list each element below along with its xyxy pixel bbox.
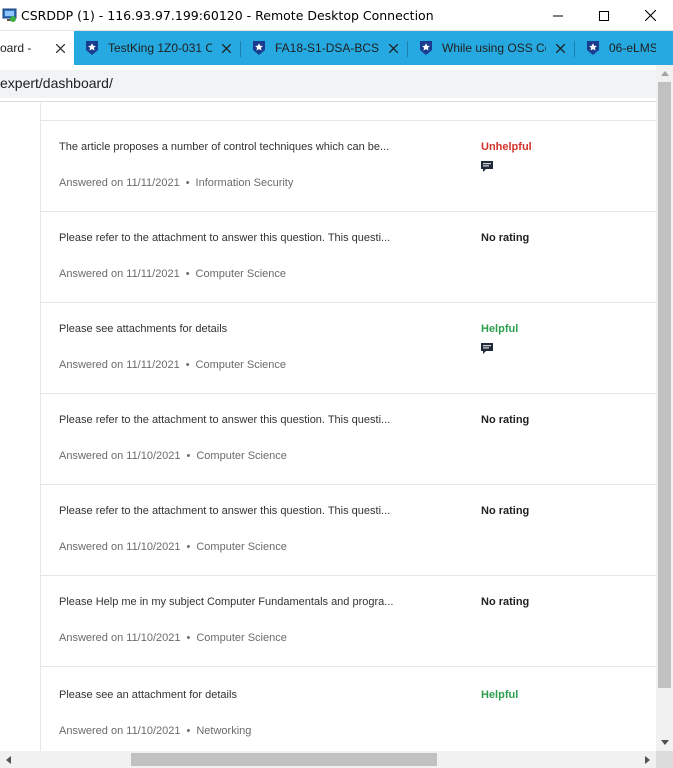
tab-separator (407, 41, 408, 57)
answer-meta: Answered on 11/10/2021 • Computer Science (59, 450, 287, 462)
answer-snippet[interactable]: Please see an attachment for details (59, 689, 419, 701)
close-icon[interactable] (52, 40, 68, 56)
scroll-up-arrow-icon[interactable] (656, 65, 673, 82)
answer-meta: Answered on 11/10/2021 • Computer Science (59, 541, 287, 553)
tab-testking[interactable]: TestKing 1Z0-031 C (84, 31, 234, 65)
answer-subject: Information Security (195, 177, 294, 189)
answer-row[interactable]: Please refer to the attachment to answer… (41, 485, 656, 576)
answer-row[interactable]: Please Help me in my subject Computer Fu… (41, 576, 656, 667)
close-window-button[interactable] (627, 0, 673, 31)
scroll-left-arrow-icon[interactable] (0, 751, 17, 768)
answered-date: Answered on 11/10/2021 (59, 450, 181, 462)
star-shield-icon (420, 41, 432, 55)
rating-label: Unhelpful (481, 141, 532, 153)
tab-oss[interactable]: While using OSS Co (418, 31, 568, 65)
tab-title: While using OSS Co (442, 41, 546, 55)
horizontal-scroll-thumb[interactable] (131, 753, 437, 766)
rating-label: No rating (481, 414, 530, 426)
answer-snippet[interactable]: Please refer to the attachment to answer… (59, 414, 419, 426)
rating-label: No rating (481, 596, 530, 608)
answered-date: Answered on 11/10/2021 (59, 725, 181, 737)
tab-elms[interactable]: 06-eLMS (585, 31, 656, 65)
answer-meta: Answered on 11/11/2021 • Computer Science (59, 268, 286, 280)
answered-date: Answered on 11/10/2021 (59, 632, 181, 644)
answer-snippet[interactable]: Please see attachments for details (59, 323, 419, 335)
star-shield-icon (253, 41, 265, 55)
answer-snippet[interactable]: Please refer to the attachment to answer… (59, 232, 419, 244)
page-viewport: The article proposes a number of control… (0, 103, 656, 751)
answered-date: Answered on 11/11/2021 (59, 177, 180, 189)
answer-snippet[interactable]: Please refer to the attachment to answer… (59, 505, 419, 517)
close-icon[interactable] (218, 40, 234, 56)
vertical-scrollbar[interactable] (656, 65, 673, 751)
answer-meta: Answered on 11/10/2021 • Networking (59, 725, 251, 737)
scroll-right-arrow-icon[interactable] (639, 751, 656, 768)
answer-row[interactable]: The article proposes a number of control… (41, 121, 656, 212)
horizontal-scrollbar[interactable] (0, 751, 656, 768)
remote-desktop-icon (2, 8, 17, 22)
scrollbar-corner (656, 751, 673, 768)
answer-subject: Computer Science (195, 268, 287, 280)
scroll-down-arrow-icon[interactable] (656, 734, 673, 751)
minimize-button[interactable] (535, 0, 581, 31)
close-icon[interactable] (385, 40, 401, 56)
close-icon (644, 10, 656, 21)
meta-separator: • (186, 725, 191, 737)
answered-date: Answered on 11/11/2021 (59, 268, 180, 280)
star-shield-icon (587, 41, 599, 55)
maximize-button[interactable] (581, 0, 627, 31)
tab-fa18[interactable]: FA18-S1-DSA-BCS6 (251, 31, 401, 65)
answer-meta: Answered on 11/10/2021 • Computer Science (59, 632, 287, 644)
meta-separator: • (186, 632, 191, 644)
answer-row[interactable]: Please see attachments for details Answe… (41, 303, 656, 394)
tab-title: 06-eLMS (609, 41, 656, 55)
url-text[interactable]: expert/dashboard/ (0, 75, 113, 91)
tab-title: FA18-S1-DSA-BCS6 (275, 41, 379, 55)
answer-subject: Computer Science (195, 359, 287, 371)
answered-date: Answered on 11/11/2021 (59, 359, 180, 371)
tab-dashboard[interactable]: oard - (0, 31, 74, 65)
meta-separator: • (186, 541, 191, 553)
answer-subject: Computer Science (196, 450, 287, 462)
answer-row[interactable]: Please refer to the attachment to answer… (41, 212, 656, 303)
tab-separator (574, 41, 575, 57)
star-shield-icon (86, 41, 98, 55)
answer-subject: Networking (196, 725, 252, 737)
maximize-icon (599, 10, 609, 21)
comment-icon[interactable] (481, 161, 493, 172)
rating-label: No rating (481, 232, 530, 244)
rdp-title-bar: CSRDDP (1) - 116.93.97.199:60120 - Remot… (0, 0, 673, 31)
answer-subject: Computer Science (196, 632, 287, 644)
rating-label: Helpful (481, 323, 519, 335)
answer-meta: Answered on 11/11/2021 • Information Secur… (59, 177, 293, 189)
vertical-scroll-thumb[interactable] (658, 82, 671, 688)
browser-tab-strip: oard - TestKing 1Z0-031 C FA18-S1-DSA-BC… (0, 31, 673, 65)
answer-snippet[interactable]: The article proposes a number of control… (59, 141, 419, 153)
left-gutter (0, 103, 40, 751)
close-icon[interactable] (552, 40, 568, 56)
rating-label: No rating (481, 505, 530, 517)
answer-row[interactable]: Please see an attachment for details Ans… (41, 667, 656, 751)
meta-separator: • (186, 450, 191, 462)
meta-separator: • (185, 177, 190, 189)
rating-label: Helpful (481, 689, 519, 701)
answer-row[interactable]: Please refer to the attachment to answer… (41, 394, 656, 485)
meta-separator: • (185, 359, 190, 371)
meta-separator: • (185, 268, 190, 280)
rdp-window-title: CSRDDP (1) - 116.93.97.199:60120 - Remot… (21, 8, 434, 23)
minimize-icon (553, 15, 563, 16)
tab-title: TestKing 1Z0-031 C (108, 41, 212, 55)
answered-date: Answered on 11/10/2021 (59, 541, 181, 553)
answer-subject: Computer Science (196, 541, 287, 553)
tab-separator (240, 41, 241, 57)
answer-snippet[interactable]: Please Help me in my subject Computer Fu… (59, 596, 419, 608)
tab-title: oard - (0, 41, 32, 55)
comment-icon[interactable] (481, 343, 493, 354)
answer-meta: Answered on 11/11/2021 • Computer Science (59, 359, 286, 371)
